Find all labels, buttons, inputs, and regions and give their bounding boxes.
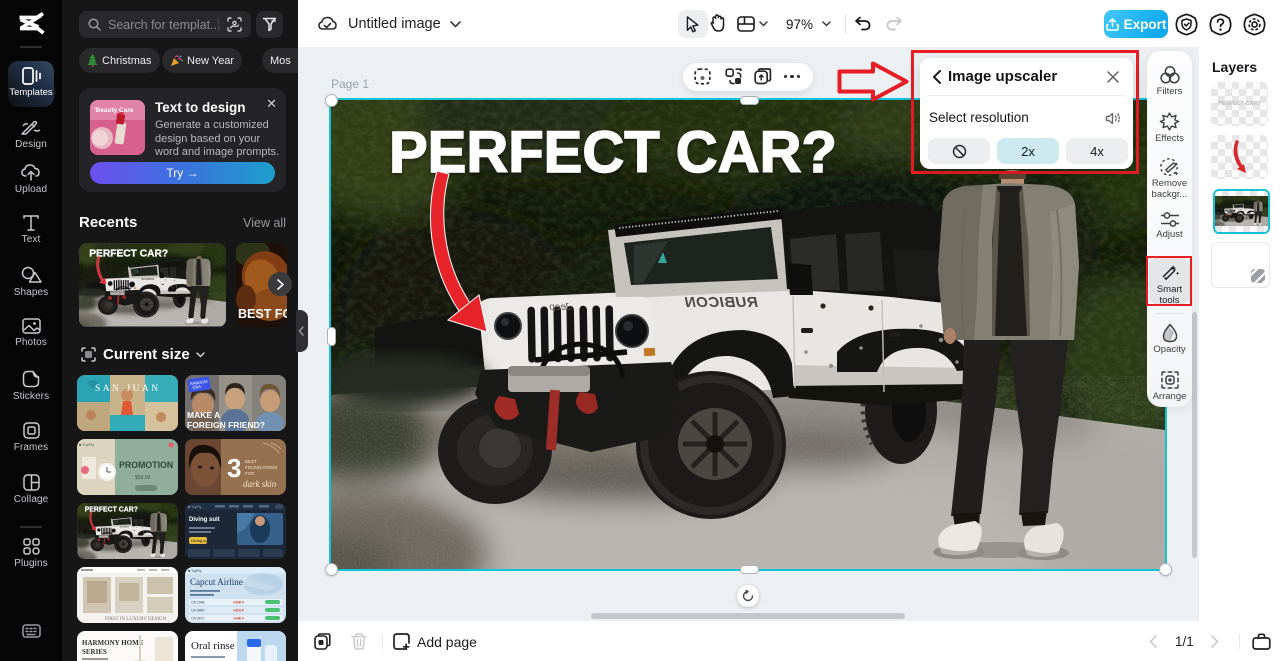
svg-text:FOUNDATIONS: FOUNDATIONS: [245, 465, 277, 470]
svg-text:Diving suit: Diving suit: [189, 517, 220, 523]
svg-text:+208 ¥: +208 ¥: [233, 601, 244, 605]
svg-text:FOREIGN FRIEND?: FOREIGN FRIEND?: [187, 420, 265, 430]
svg-text:dark skin: dark skin: [243, 479, 277, 489]
svg-text:FOR: FOR: [245, 471, 255, 476]
svg-text:■ TopFly: ■ TopFly: [79, 442, 94, 447]
svg-text:SAN JUAN: SAN JUAN: [95, 384, 161, 394]
svg-text:Oral rinse: Oral rinse: [191, 640, 235, 652]
svg-text:SERIES: SERIES: [82, 648, 107, 656]
svg-text:FIRST IN LUXURY DESIGN: FIRST IN LUXURY DESIGN: [105, 617, 167, 622]
svg-text:'Beauty Care: 'Beauty Care: [94, 107, 134, 114]
svg-text:+248 ¥: +248 ¥: [233, 617, 244, 621]
svg-text:CA 1548: CA 1548: [191, 601, 204, 605]
svg-text:MAKE A: MAKE A: [187, 410, 220, 420]
svg-text:■ TopFly: ■ TopFly: [188, 569, 202, 573]
svg-text:BEST: BEST: [245, 459, 257, 464]
svg-text:■ TopFly: ■ TopFly: [188, 505, 202, 509]
svg-text:PROMOTION: PROMOTION: [119, 460, 173, 470]
svg-text:$59.99: $59.99: [135, 475, 151, 481]
svg-text:Diving suit: Diving suit: [191, 538, 210, 543]
svg-text:HARMONY HOME: HARMONY HOME: [82, 639, 144, 647]
svg-text:+324 ¥: +324 ¥: [233, 609, 244, 613]
svg-text:Capcut Airline: Capcut Airline: [190, 577, 243, 587]
svg-text:BEST FO: BEST FO: [238, 307, 287, 321]
svg-text:CA 2890: CA 2890: [191, 609, 204, 613]
svg-text:CA 3672: CA 3672: [191, 617, 204, 621]
svg-text:3: 3: [227, 453, 241, 483]
